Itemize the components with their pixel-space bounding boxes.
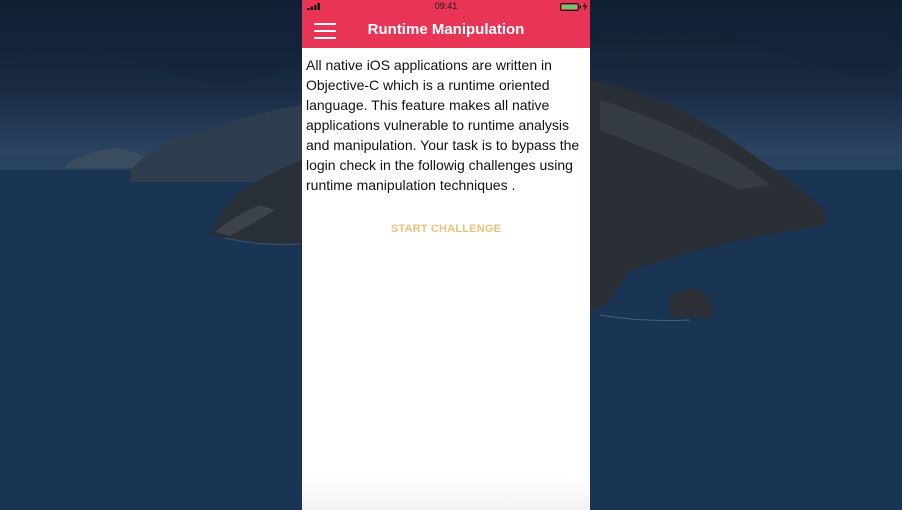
battery-icon xyxy=(560,3,581,11)
status-bar: 09:41 xyxy=(302,0,590,13)
desktop-wallpaper: 09:41 Runtime Manipulation All native iO… xyxy=(0,0,902,510)
page-title: Runtime Manipulation xyxy=(367,21,525,38)
charging-bolt-icon xyxy=(582,2,588,11)
bottom-fade xyxy=(302,478,590,510)
start-challenge-button[interactable]: START CHALLENGE xyxy=(302,223,590,235)
iphone-simulator-screen: 09:41 Runtime Manipulation All native iO… xyxy=(302,0,590,510)
challenge-description: All native iOS applications are written … xyxy=(306,57,580,193)
status-time: 09:41 xyxy=(434,1,458,11)
